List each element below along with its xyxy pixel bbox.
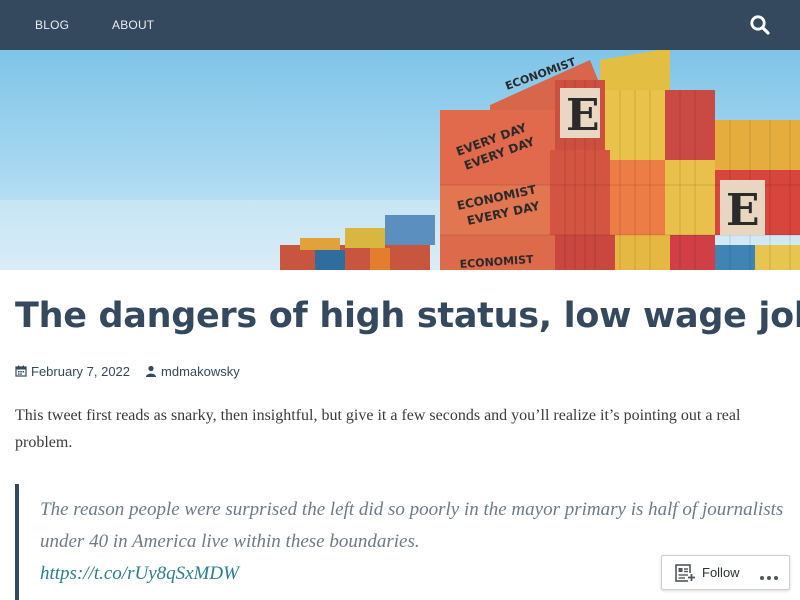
post-author: mdmakowsky bbox=[145, 364, 240, 379]
top-navigation-bar: BLOG ABOUT bbox=[0, 0, 800, 50]
post-date: February 7, 2022 bbox=[15, 364, 130, 379]
post-date-link[interactable]: February 7, 2022 bbox=[31, 364, 130, 379]
nav-item-blog[interactable]: BLOG bbox=[35, 18, 69, 32]
follow-button[interactable]: Follow bbox=[662, 556, 740, 589]
follow-bar: Follow bbox=[661, 555, 790, 590]
post-title: The dangers of high status, low wage job… bbox=[15, 296, 800, 336]
svg-text:E: E bbox=[726, 185, 760, 236]
post-meta: February 7, 2022 mdmakowsky bbox=[15, 363, 240, 379]
calendar-icon bbox=[15, 365, 27, 377]
post-author-link[interactable]: mdmakowsky bbox=[161, 364, 240, 379]
user-icon bbox=[145, 365, 157, 377]
header-image: E E ECONOMIST EVERY DAY EVERY DAY ECONOM… bbox=[0, 50, 800, 270]
quote-text: The reason people were surprised the lef… bbox=[40, 499, 784, 552]
follow-label: Follow bbox=[702, 565, 740, 580]
svg-text:E: E bbox=[566, 90, 600, 141]
search-icon[interactable] bbox=[749, 14, 771, 36]
reader-follow-icon bbox=[675, 563, 695, 582]
nav-item-about[interactable]: ABOUT bbox=[112, 18, 154, 32]
more-horizontal-icon[interactable] bbox=[759, 568, 779, 580]
post-intro-paragraph: This tweet first reads as snarky, then i… bbox=[15, 407, 741, 451]
